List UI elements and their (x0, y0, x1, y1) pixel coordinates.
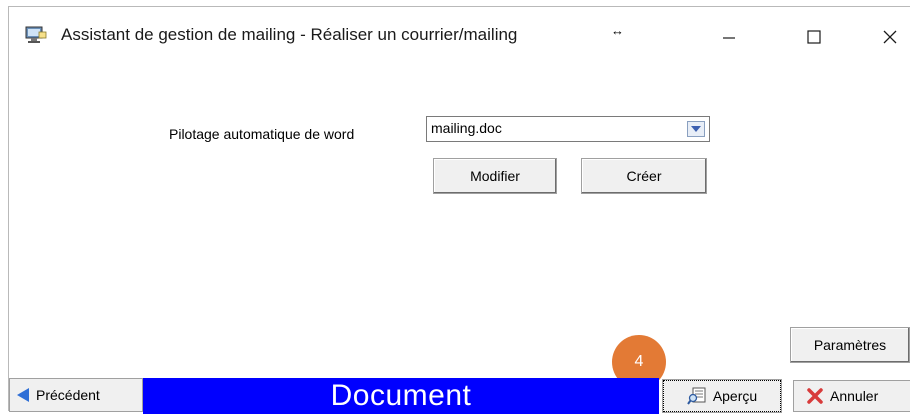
dropdown-arrow-icon[interactable] (687, 121, 705, 137)
parametres-button[interactable]: Paramètres (790, 327, 910, 363)
wizard-content: Pilotage automatique de word mailing.doc… (9, 65, 910, 414)
title-bar: Assistant de gestion de mailing - Réalis… (9, 7, 910, 65)
annuler-button[interactable]: Annuler (793, 380, 910, 412)
window-title: Assistant de gestion de mailing - Réalis… (61, 25, 518, 44)
mailing-wizard-window: Assistant de gestion de mailing - Réalis… (8, 6, 910, 414)
minimize-button[interactable] (706, 19, 752, 55)
previous-label: Précédent (36, 387, 100, 403)
wizard-footer: Précédent Document Aperçu Annuler (9, 378, 910, 414)
maximize-icon (807, 30, 821, 44)
pilot-word-label: Pilotage automatique de word (169, 126, 355, 142)
document-banner: Document (143, 378, 659, 414)
modifier-button[interactable]: Modifier (433, 158, 557, 194)
document-select-value: mailing.doc (431, 120, 502, 136)
preview-icon (686, 387, 706, 405)
mailing-app-icon (25, 26, 47, 43)
resize-cursor-icon: ↔ (611, 23, 624, 38)
left-arrow-icon (17, 388, 29, 402)
cancel-x-icon (807, 388, 823, 404)
document-select[interactable]: mailing.doc (426, 116, 710, 142)
close-button[interactable] (867, 19, 910, 55)
minimize-icon (723, 37, 735, 39)
creer-button[interactable]: Créer (581, 158, 707, 194)
previous-button[interactable]: Précédent (9, 378, 143, 412)
maximize-button[interactable] (791, 19, 837, 55)
apercu-label: Aperçu (712, 388, 758, 404)
apercu-button[interactable]: Aperçu (663, 380, 781, 412)
annuler-label: Annuler (830, 388, 879, 404)
close-icon (883, 30, 897, 44)
